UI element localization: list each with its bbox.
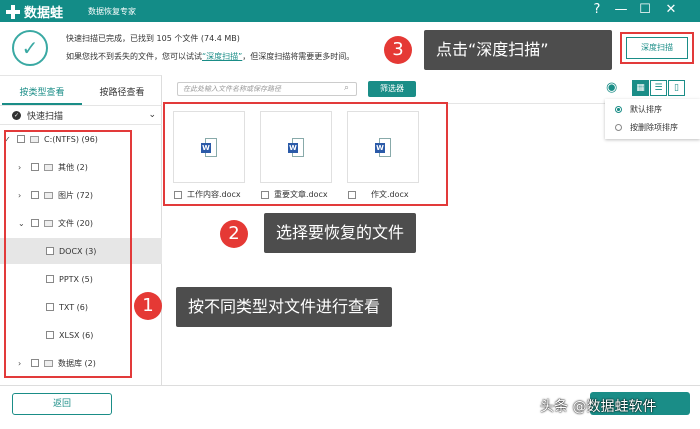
sort-deleted[interactable]: 按删除项排序 [615, 122, 678, 133]
scan-hint: 如果您找不到丢失的文件，您可以试试“深度扫描”，但深度扫描将需要更多时间。 [66, 51, 354, 62]
radio[interactable] [615, 106, 622, 113]
grid-view-button[interactable]: ▦ [632, 80, 649, 96]
tab-by-path[interactable]: 按路径查看 [82, 85, 162, 98]
step-3-badge: 3 [384, 36, 412, 64]
watermark: 头条 @数据蛙软件 [540, 399, 657, 415]
maximize-button[interactable]: ☐ [636, 2, 654, 17]
callout-1: 按不同类型对文件进行查看 [176, 287, 393, 327]
app-subtitle: 数据恢复专家 [88, 7, 136, 16]
deep-scan-button[interactable]: 深度扫描 [626, 37, 688, 59]
deep-scan-link[interactable]: “深度扫描” [202, 52, 242, 61]
close-button[interactable]: ✕ [662, 2, 680, 17]
step-1-badge: 1 [134, 292, 162, 320]
scan-summary: 快速扫描已完成，已找到 105 个文件 (74.4 MB) [66, 34, 240, 43]
sort-label: 按删除项排序 [630, 123, 678, 132]
chevron-down-icon: ⌄ [148, 110, 156, 120]
eye-icon[interactable]: ◉ [606, 80, 617, 95]
quick-scan-row[interactable]: ✓ 快速扫描 ⌄ [0, 105, 162, 125]
sort-menu: 默认排序 按删除项排序 [605, 99, 700, 139]
radio[interactable] [615, 124, 622, 131]
filter-button[interactable]: 筛选器 [368, 81, 416, 97]
check-circle-icon: ✓ [12, 110, 21, 120]
help-button[interactable]: ? [588, 2, 606, 17]
back-button[interactable]: 返回 [12, 393, 112, 415]
step-2-badge: 2 [220, 220, 248, 248]
callout-2: 选择要恢复的文件 [264, 213, 417, 253]
detail-view-button[interactable]: ▯ [668, 80, 685, 96]
hint-text: 如果您找不到丢失的文件，您可以试试 [66, 52, 202, 61]
logo-icon [6, 4, 20, 19]
callout-3: 点击“深度扫描” [424, 30, 612, 70]
highlight-box-1 [4, 130, 132, 378]
list-view-button[interactable]: ☰ [650, 80, 667, 96]
search-input[interactable]: 在此处输入文件名称或保存路径 [177, 82, 357, 96]
highlight-box-2 [163, 102, 448, 206]
hint-text-end: ，但深度扫描将需要更多时间。 [242, 52, 355, 61]
tab-by-type[interactable]: 按类型查看 [2, 85, 82, 105]
sort-default[interactable]: 默认排序 [615, 104, 662, 115]
app-logo: 数据蛙 [6, 2, 63, 21]
quick-scan-label: 快速扫描 [27, 111, 64, 122]
app-name: 数据蛙 [24, 6, 64, 21]
minimize-button[interactable]: — [612, 2, 630, 17]
scan-complete-icon: ✓ [12, 30, 48, 66]
search-icon[interactable]: ⌕ [344, 83, 349, 93]
sort-label: 默认排序 [630, 105, 662, 114]
